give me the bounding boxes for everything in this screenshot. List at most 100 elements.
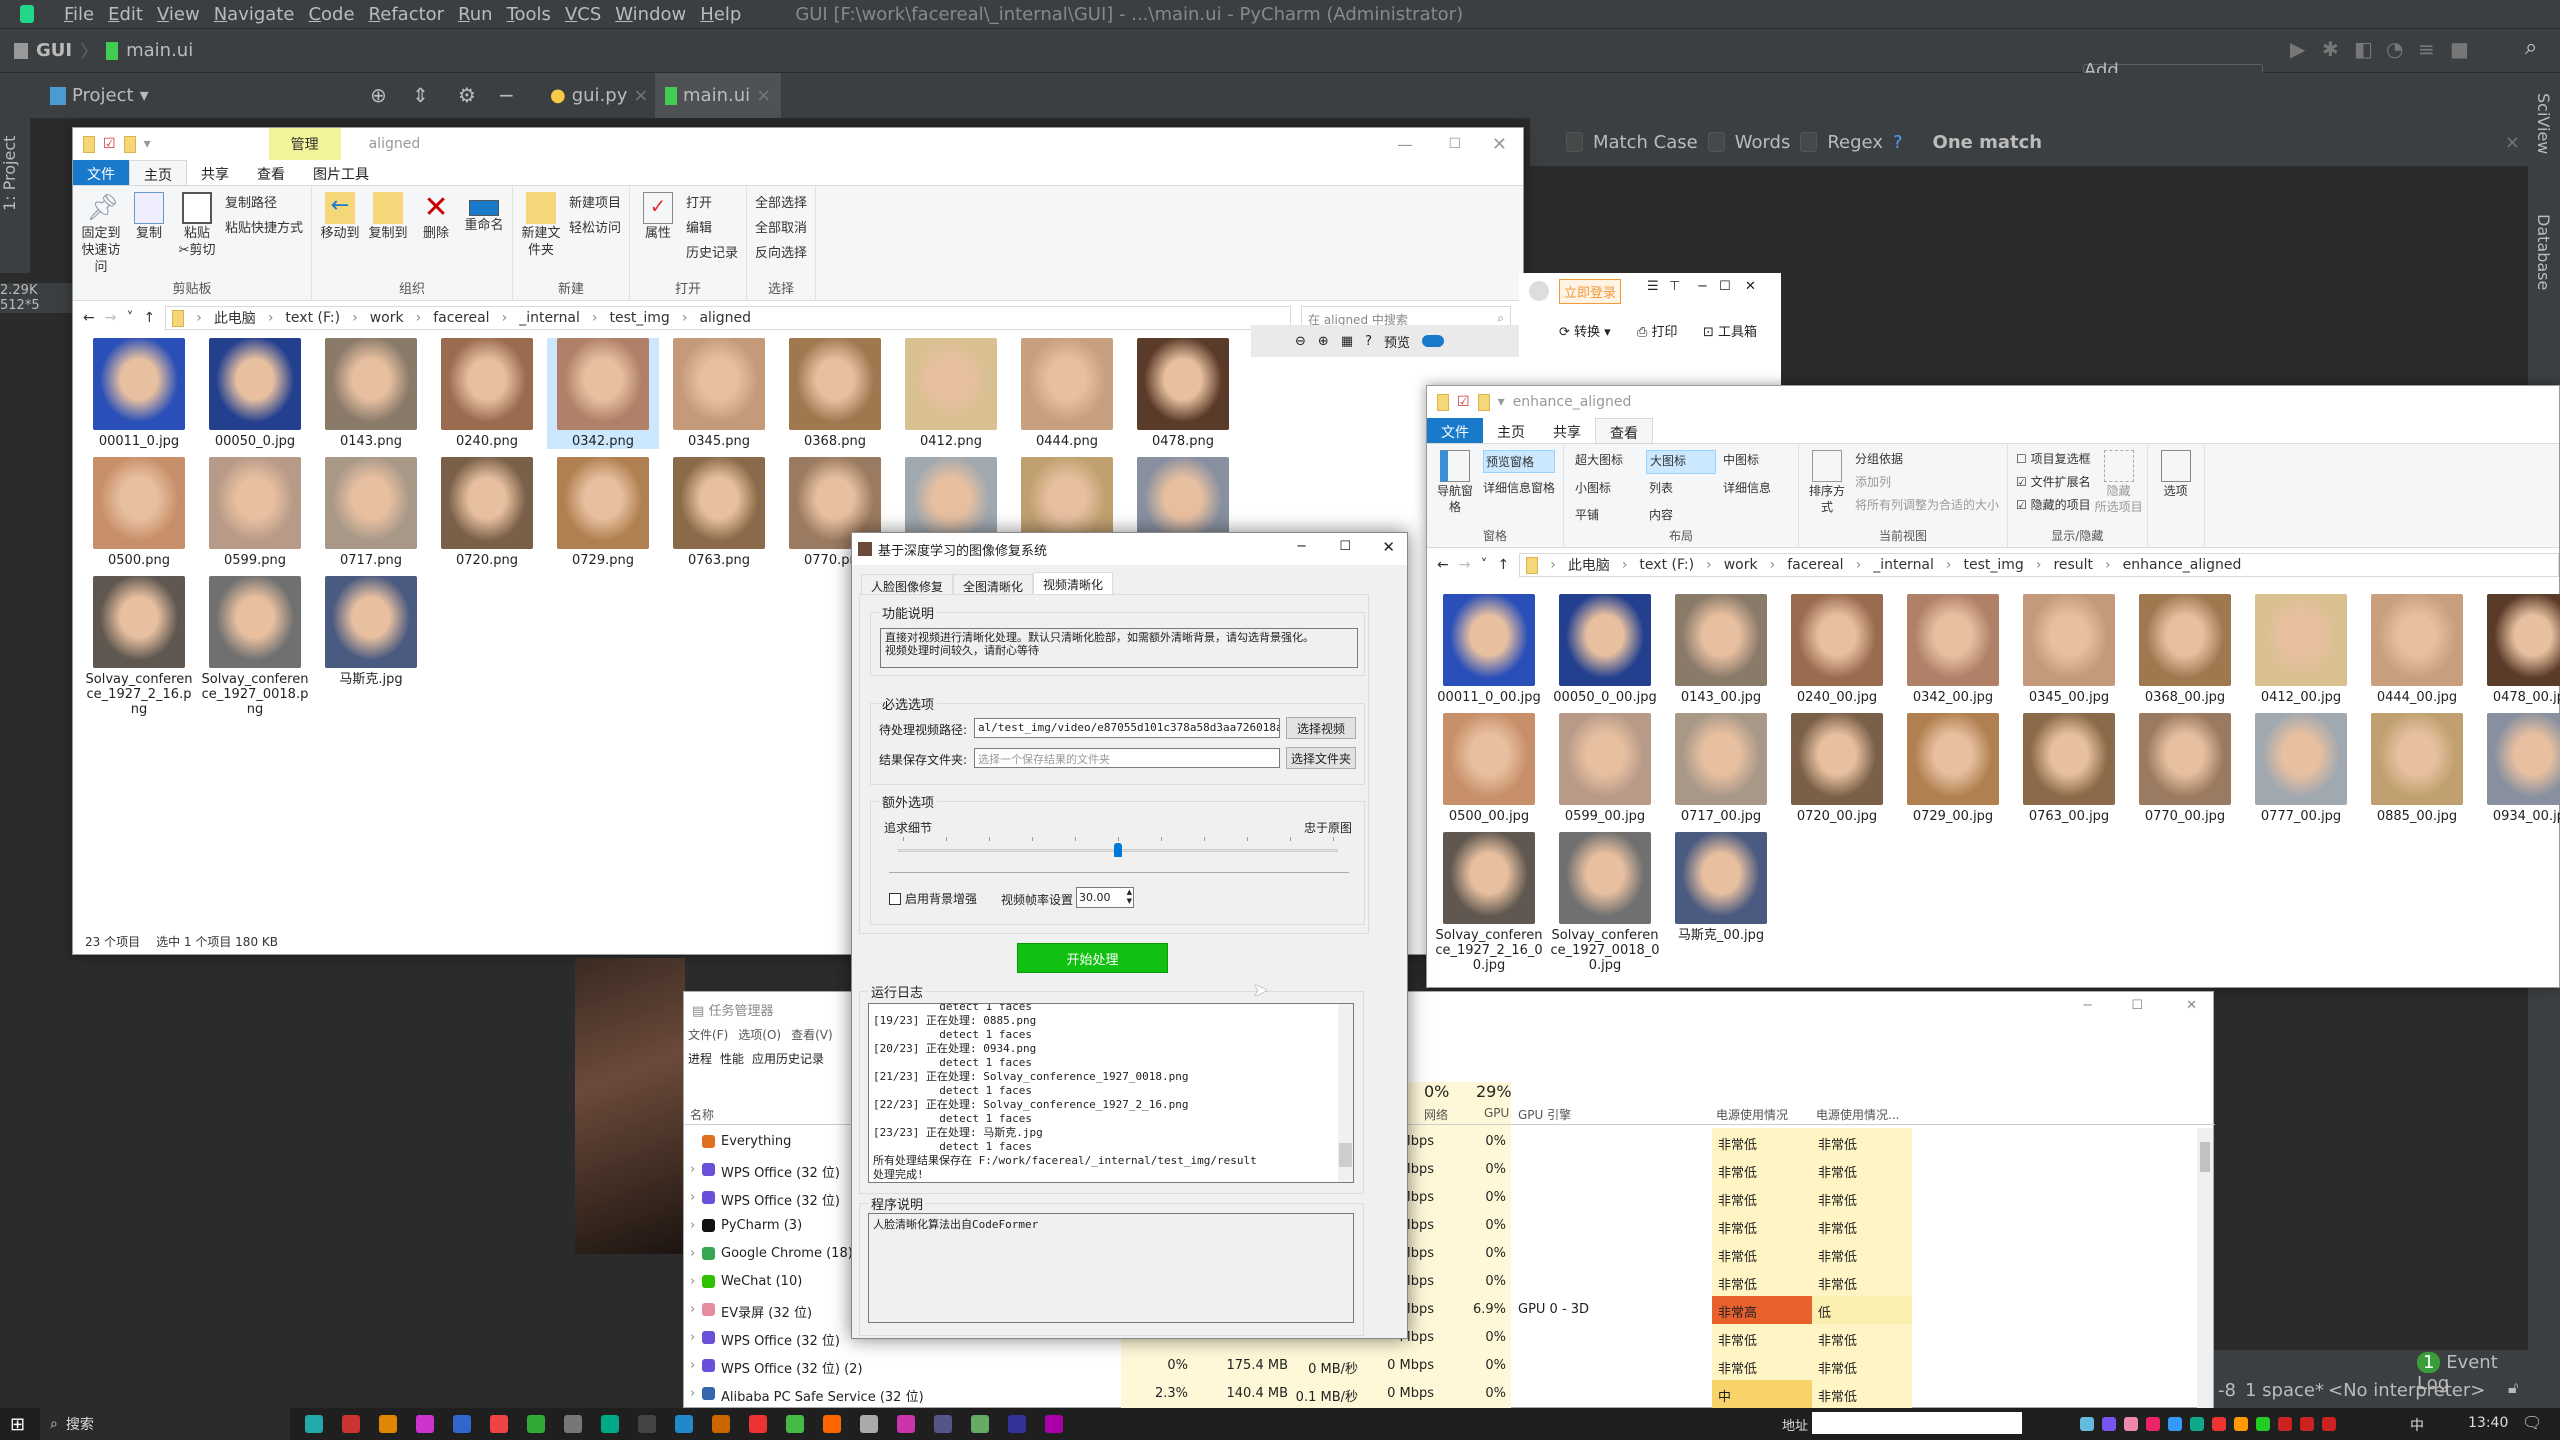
layout-option[interactable]: 大图标 bbox=[1646, 450, 1717, 475]
expand-icon[interactable]: › bbox=[690, 1274, 695, 1289]
video-path-input[interactable]: al/test_img/video/e87055d101c378a58d3aa7… bbox=[974, 718, 1280, 738]
minimize-icon[interactable]: − bbox=[2082, 998, 2093, 1013]
tray-icon[interactable] bbox=[2322, 1417, 2336, 1431]
column-power[interactable]: 电源使用情况 bbox=[1716, 1106, 1788, 1123]
project-tool-button[interactable]: 1: Project bbox=[0, 73, 30, 273]
process-row[interactable]: › Alibaba PC Safe Service (32 位) 2.3% 140.4… bbox=[684, 1380, 2215, 1408]
path-segment[interactable]: aligned bbox=[699, 310, 751, 326]
file-item[interactable]: 0240.png bbox=[431, 338, 543, 449]
fidelity-slider[interactable] bbox=[898, 837, 1338, 861]
indent-status[interactable]: 1 space* bbox=[2245, 1380, 2324, 1401]
file-item[interactable]: 0444.png bbox=[1011, 338, 1123, 449]
match-case-checkbox[interactable] bbox=[1566, 132, 1583, 152]
menu-item[interactable]: 查看(V) bbox=[791, 1026, 833, 1043]
profile-icon[interactable]: ◔ bbox=[2386, 37, 2403, 61]
fps-spinbox[interactable]: 30.00 ▲ ▼ bbox=[1076, 887, 1134, 908]
options-button[interactable]: 选项 bbox=[2156, 450, 2196, 527]
file-item[interactable]: 0240_00.jpg bbox=[1781, 594, 1893, 705]
column-network[interactable]: 网络 bbox=[1424, 1106, 1448, 1123]
properties-icon[interactable]: ☑ bbox=[103, 136, 116, 152]
taskbar-app-icon[interactable] bbox=[1045, 1415, 1063, 1433]
zoom-out-icon[interactable]: ⊖ bbox=[1295, 334, 1306, 349]
ribbon-tab[interactable]: 文件 bbox=[73, 160, 129, 185]
grid-icon[interactable]: ▦ bbox=[1341, 334, 1353, 349]
tray-icon[interactable] bbox=[2168, 1417, 2182, 1431]
chevron-right-icon[interactable]: › bbox=[196, 310, 202, 326]
hide-selected-button[interactable]: 隐藏 所选项目 bbox=[2095, 450, 2143, 527]
menu-vcs[interactable]: VCS bbox=[565, 4, 601, 25]
file-item[interactable]: 0500_00.jpg bbox=[1433, 713, 1545, 824]
copy-button[interactable]: 复制 bbox=[129, 192, 169, 280]
path-segment[interactable]: facereal bbox=[433, 310, 489, 326]
file-item[interactable]: 0599.png bbox=[199, 457, 311, 568]
pin-button[interactable]: 📌︎ 固定到快速访问 bbox=[81, 192, 121, 280]
menu-refactor[interactable]: Refactor bbox=[369, 4, 445, 25]
file-item[interactable]: 0717.png bbox=[315, 457, 427, 568]
file-item[interactable]: 00050_0_00.jpg bbox=[1549, 594, 1661, 705]
menu-view[interactable]: View bbox=[157, 4, 200, 25]
concurrency-icon[interactable]: ≡ bbox=[2418, 37, 2435, 61]
add-column-button[interactable]: 添加列 bbox=[1855, 473, 1999, 490]
login-button[interactable]: 立即登录 bbox=[1559, 279, 1622, 304]
minimize-icon[interactable]: − bbox=[1697, 279, 1708, 294]
file-item[interactable]: 马斯克_00.jpg bbox=[1665, 832, 1777, 943]
file-item[interactable]: 0478_00.jpg bbox=[2477, 594, 2560, 705]
file-item[interactable]: 0763.png bbox=[663, 457, 775, 568]
menu-window[interactable]: Window bbox=[615, 4, 686, 25]
file-item[interactable]: 0412.png bbox=[895, 338, 1007, 449]
back-icon[interactable]: ← bbox=[83, 310, 95, 326]
file-item[interactable]: 00011_0_00.jpg bbox=[1433, 594, 1545, 705]
new-item-button[interactable]: 新建项目 bbox=[569, 192, 621, 211]
file-item[interactable]: 马斯克.jpg bbox=[315, 576, 427, 687]
taskbar-app-icon[interactable] bbox=[416, 1415, 434, 1433]
taskbar-app-icon[interactable] bbox=[971, 1415, 989, 1433]
path-segment[interactable]: result bbox=[2053, 557, 2093, 573]
path-segment[interactable]: text (F:) bbox=[1639, 557, 1694, 573]
regex-help-icon[interactable]: ? bbox=[1893, 132, 1903, 153]
file-extensions-toggle[interactable]: ☑ 文件扩展名 bbox=[2016, 473, 2091, 490]
file-item[interactable]: Solvay_conference_1927_0018.png bbox=[199, 576, 311, 717]
chevron-right-icon[interactable]: › bbox=[502, 310, 508, 326]
help-icon[interactable]: ? bbox=[1365, 334, 1372, 349]
tray-icon[interactable] bbox=[2256, 1417, 2270, 1431]
file-item[interactable]: 00050_0.jpg bbox=[199, 338, 311, 449]
chevron-right-icon[interactable]: › bbox=[1770, 557, 1776, 573]
chevron-right-icon[interactable]: › bbox=[682, 310, 688, 326]
column-gpu[interactable]: GPU bbox=[1484, 1106, 1509, 1120]
ribbon-tab[interactable]: 主页 bbox=[129, 160, 187, 185]
file-item[interactable]: 0345.png bbox=[663, 338, 775, 449]
hidden-items-toggle[interactable]: ☑ 隐藏的项目 bbox=[2016, 496, 2091, 513]
new-folder-button[interactable]: 新建文件夹 bbox=[521, 192, 561, 280]
tm-tab[interactable]: 进程 bbox=[688, 1050, 712, 1067]
tray-icon[interactable] bbox=[2102, 1417, 2116, 1431]
pin-icon[interactable]: ⊤ bbox=[1669, 279, 1680, 294]
chevron-right-icon[interactable]: › bbox=[592, 310, 598, 326]
slider-thumb[interactable] bbox=[1114, 843, 1122, 857]
taskbar-app-icon[interactable] bbox=[342, 1415, 360, 1433]
sort-button[interactable]: 排序方式 bbox=[1807, 450, 1847, 527]
file-item[interactable]: Solvay_conference_1927_2_16_00.jpg bbox=[1433, 832, 1545, 973]
start-button[interactable]: ⊞ bbox=[10, 1414, 25, 1435]
tab-gui-py[interactable]: ● gui.py × bbox=[540, 73, 658, 118]
sciview-tool-button[interactable]: SciView bbox=[2534, 93, 2553, 154]
chevron-right-icon[interactable]: › bbox=[1946, 557, 1952, 573]
forward-icon[interactable]: → bbox=[105, 310, 117, 326]
taskbar-app-icon[interactable] bbox=[934, 1415, 952, 1433]
chevron-right-icon[interactable]: › bbox=[1550, 557, 1556, 573]
open-button[interactable]: 打开 bbox=[686, 192, 738, 211]
recent-icon[interactable]: ˅ bbox=[126, 310, 133, 326]
expand-icon[interactable]: › bbox=[690, 1386, 695, 1401]
edit-button[interactable]: 编辑 bbox=[686, 217, 738, 236]
maximize-icon[interactable]: ☐ bbox=[1339, 539, 1351, 554]
file-item[interactable]: 0342.png bbox=[547, 338, 659, 449]
column-power-trend[interactable]: 电源使用情况... bbox=[1816, 1106, 1899, 1123]
project-dropdown[interactable]: Project ▾ bbox=[40, 73, 159, 118]
ribbon-tab[interactable]: 查看 bbox=[243, 160, 299, 185]
file-item[interactable]: 0143.png bbox=[315, 338, 427, 449]
ribbon-tab[interactable]: 图片工具 bbox=[299, 160, 383, 185]
log-scrollbar[interactable] bbox=[1338, 1004, 1353, 1182]
taskbar-app-icon[interactable] bbox=[638, 1415, 656, 1433]
gear-icon[interactable]: ⚙ bbox=[458, 83, 476, 107]
layout-option[interactable]: 内容 bbox=[1646, 505, 1716, 527]
taskbar-app-icon[interactable] bbox=[675, 1415, 693, 1433]
